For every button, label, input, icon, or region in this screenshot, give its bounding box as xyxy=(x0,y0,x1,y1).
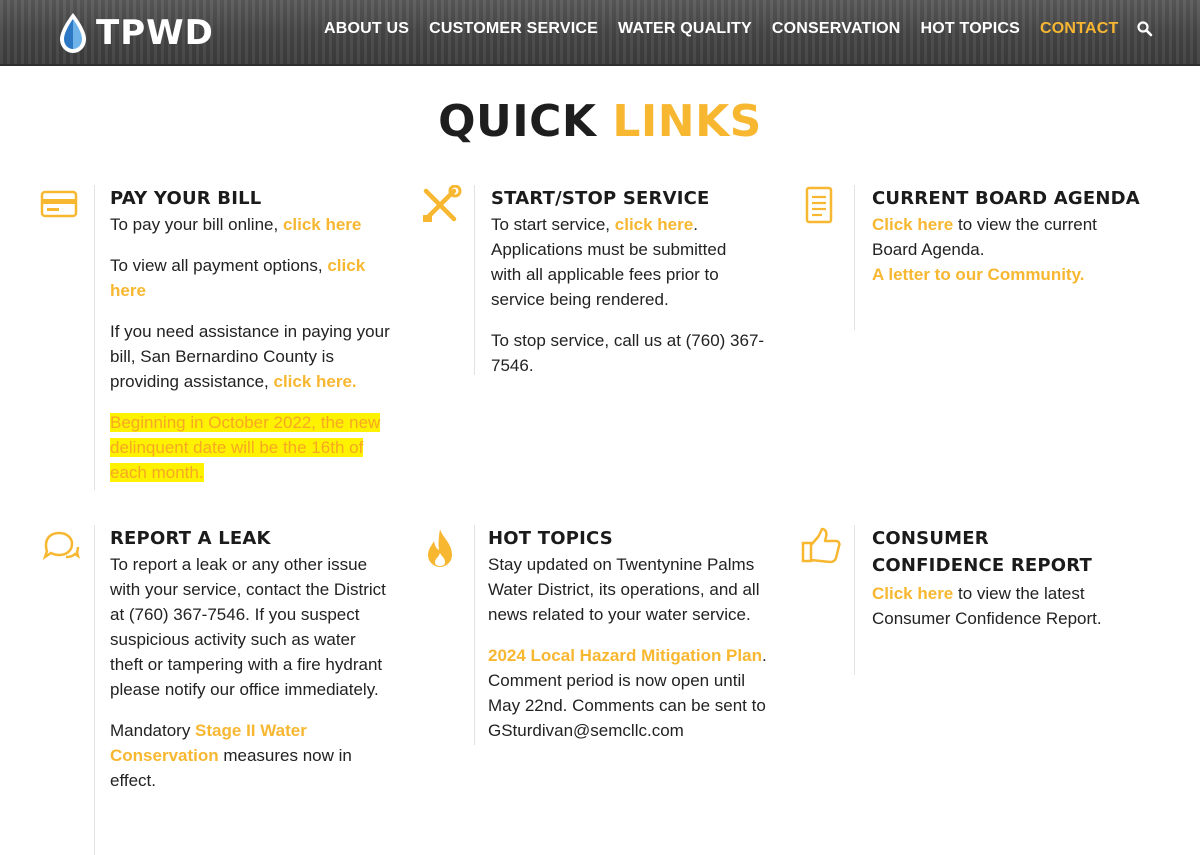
nav-contact[interactable]: CONTACT xyxy=(1040,20,1118,38)
thumbs-up-icon xyxy=(800,527,842,570)
water-conservation-text: Mandatory Stage II Water Conservation me… xyxy=(110,721,352,790)
card-divider xyxy=(94,525,95,855)
start-service-text: To start service, click here. Applicatio… xyxy=(491,215,727,309)
community-letter-link[interactable]: A letter to our Community. xyxy=(872,265,1085,284)
pay-online-text: To pay your bill online, click here xyxy=(110,215,362,234)
board-agenda-text: Click here to view the current Board Age… xyxy=(872,215,1097,259)
nav-customer-service[interactable]: CUSTOMER SERVICE xyxy=(429,20,598,38)
site-logo[interactable]: TPWD xyxy=(56,10,214,56)
brand-name: TPWD xyxy=(96,13,214,53)
nav-about-us[interactable]: ABOUT US xyxy=(324,20,409,38)
assistance-text: If you need assistance in paying your bi… xyxy=(110,322,390,391)
ccr-link[interactable]: Click here xyxy=(872,584,953,603)
pay-online-link[interactable]: click here xyxy=(283,215,361,234)
card-divider xyxy=(854,525,855,675)
card-divider xyxy=(94,185,95,490)
nav-water-quality[interactable]: WATER QUALITY xyxy=(618,20,752,38)
card-divider xyxy=(854,185,855,330)
community-letter-text: A letter to our Community. xyxy=(872,262,1182,287)
top-navigation-bar: TPWD ABOUT US CUSTOMER SERVICE WATER QUA… xyxy=(0,0,1200,66)
report-leak-text: To report a leak or any other issue with… xyxy=(110,555,386,699)
card-pay-your-bill: PAY YOUR BILL To pay your bill online, c… xyxy=(40,185,400,490)
card-heading: REPORT A LEAK xyxy=(110,528,271,549)
stop-service-text: To stop service, call us at (760) 367-75… xyxy=(491,331,765,375)
search-icon[interactable] xyxy=(1136,20,1154,38)
hazard-plan-text: 2024 Local Hazard Mitigation Plan. Comme… xyxy=(488,646,767,740)
card-heading: PAY YOUR BILL xyxy=(110,188,262,209)
board-agenda-link[interactable]: Click here xyxy=(872,215,953,234)
delinquent-date-notice: Beginning in October 2022, the new delin… xyxy=(110,413,381,482)
document-icon xyxy=(804,185,834,230)
page-title: QUICK LINKS xyxy=(0,96,1200,147)
card-heading: CURRENT BOARD AGENDA xyxy=(872,188,1140,209)
title-word-links: LINKS xyxy=(612,96,762,147)
card-divider xyxy=(474,185,475,375)
card-hot-topics: HOT TOPICS Stay updated on Twentynine Pa… xyxy=(420,525,780,745)
start-service-link[interactable]: click here xyxy=(615,215,693,234)
title-word-quick: QUICK xyxy=(438,96,597,147)
card-start-stop-service: START/STOP SERVICE To start service, cli… xyxy=(420,184,780,375)
chat-bubbles-icon xyxy=(40,529,80,568)
card-consumer-confidence-report: CONSUMER CONFIDENCE REPORT Click here to… xyxy=(800,525,1190,675)
nav-hot-topics[interactable]: HOT TOPICS xyxy=(921,20,1021,38)
card-heading: CONSUMER CONFIDENCE REPORT xyxy=(872,528,1093,576)
main-nav: ABOUT US CUSTOMER SERVICE WATER QUALITY … xyxy=(324,20,1154,38)
card-current-board-agenda: CURRENT BOARD AGENDA Click here to view … xyxy=(800,185,1190,330)
ccr-text: Click here to view the latest Consumer C… xyxy=(872,584,1102,628)
hazard-plan-link[interactable]: 2024 Local Hazard Mitigation Plan xyxy=(488,646,762,665)
water-drop-logo-icon xyxy=(60,13,86,53)
tools-icon xyxy=(420,184,462,230)
card-report-a-leak: REPORT A LEAK To report a leak or any ot… xyxy=(40,525,400,855)
nav-conservation[interactable]: CONSERVATION xyxy=(772,20,901,38)
payment-options-text: To view all payment options, click here xyxy=(110,256,366,300)
flame-icon xyxy=(422,527,458,574)
assistance-link[interactable]: click here. xyxy=(273,372,356,391)
card-divider xyxy=(474,525,475,745)
hot-topics-text: Stay updated on Twentynine Palms Water D… xyxy=(488,555,760,624)
card-heading: START/STOP SERVICE xyxy=(491,188,710,209)
card-heading: HOT TOPICS xyxy=(488,528,613,549)
credit-card-icon xyxy=(40,189,80,224)
